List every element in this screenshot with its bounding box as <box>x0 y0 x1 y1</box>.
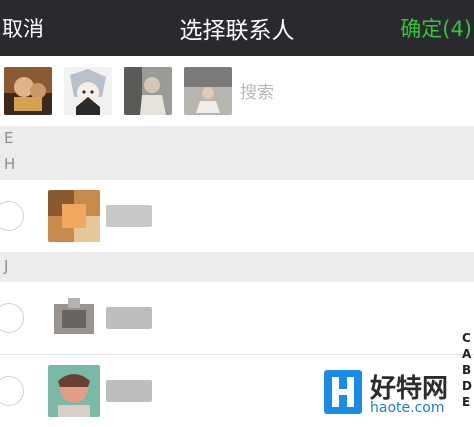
watermark-url: haote.com <box>370 400 445 416</box>
selected-avatar[interactable] <box>64 67 112 115</box>
selected-contacts-strip <box>0 56 474 127</box>
avatar-photo-icon <box>4 67 52 115</box>
avatar-photo-icon <box>48 365 100 417</box>
avatar-photo-icon <box>64 67 112 115</box>
selected-avatar[interactable] <box>124 67 172 115</box>
section-header: J <box>0 254 474 280</box>
contact-avatar <box>48 365 100 417</box>
select-radio[interactable] <box>0 376 24 406</box>
confirm-button[interactable]: 确定(4) <box>400 13 472 43</box>
avatar-photo-icon <box>48 292 100 344</box>
section-letter: E <box>4 129 14 147</box>
section-letter: H <box>4 155 16 173</box>
avatar-photo-icon <box>124 67 172 115</box>
contact-name-blurred <box>106 380 152 402</box>
search-input[interactable] <box>238 78 462 108</box>
selected-avatar[interactable] <box>4 67 52 115</box>
navigation-bar: 取消 选择联系人 确定(4) <box>0 0 474 56</box>
watermark: 好特网 haote.com <box>322 366 474 424</box>
index-letter[interactable]: A <box>462 346 474 362</box>
avatar-photo-icon <box>48 190 100 242</box>
select-radio[interactable] <box>0 201 24 231</box>
select-radio[interactable] <box>0 303 24 333</box>
section-header: E <box>0 126 474 152</box>
contact-row[interactable] <box>0 180 474 252</box>
selected-avatar[interactable] <box>184 67 232 115</box>
contact-name-blurred <box>106 307 152 329</box>
contact-name-blurred <box>106 205 152 227</box>
avatar-photo-icon <box>184 67 232 115</box>
contact-row[interactable] <box>0 282 474 354</box>
section-header: H <box>0 152 474 178</box>
contact-avatar <box>48 190 100 242</box>
contact-avatar <box>48 292 100 344</box>
h-letter-icon <box>332 377 354 407</box>
index-letter[interactable]: C <box>462 330 474 346</box>
section-letter: J <box>4 257 9 275</box>
watermark-logo-icon <box>324 370 362 414</box>
